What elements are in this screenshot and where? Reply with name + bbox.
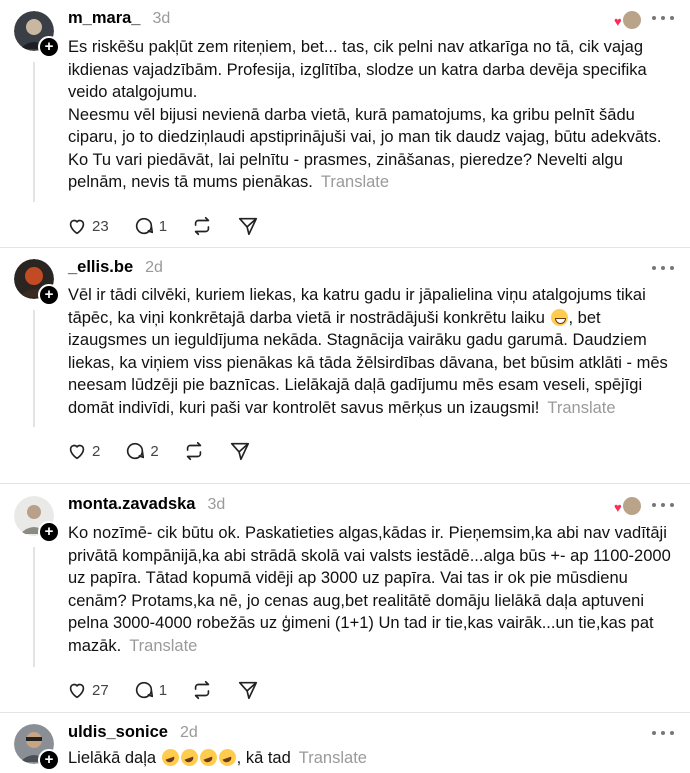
post-actions: 23 1 (66, 215, 283, 237)
repost-button[interactable] (191, 679, 213, 701)
share-button[interactable] (229, 440, 251, 462)
post-paragraph-last: Neesmu vēl bijusi nevienā darba vietā, k… (68, 104, 680, 194)
like-button[interactable]: 2 (66, 440, 100, 462)
username[interactable]: uldis_sonice (68, 723, 168, 742)
repost-button[interactable] (191, 215, 213, 237)
post-text: Vēl ir tādi cilvēki, kuriem liekas, ka k… (68, 284, 680, 419)
rofl-emoji-icon (180, 749, 198, 766)
post-time: 2d (145, 259, 163, 276)
post-actions: 2 2 (66, 440, 275, 462)
heart-outline-icon (69, 683, 85, 699)
more-options-icon[interactable] (652, 728, 674, 738)
post-paragraph: Es riskēšu pakļūt zem riteņiem, bet... t… (68, 38, 647, 101)
like-button[interactable]: 27 (66, 679, 109, 701)
translate-link[interactable]: Translate (547, 399, 615, 417)
divider (0, 247, 690, 248)
avatar[interactable]: + (14, 11, 60, 58)
share-button[interactable] (237, 679, 259, 701)
post-time: 3d (207, 496, 226, 513)
like-count: 27 (92, 681, 109, 699)
heart-icon: ♥ (614, 500, 622, 515)
avatar[interactable]: + (14, 259, 60, 306)
like-button[interactable]: 23 (66, 215, 109, 237)
send-icon (230, 442, 249, 461)
reply-count: 1 (158, 681, 168, 699)
like-count: 2 (92, 442, 101, 460)
post-time: 3d (152, 10, 171, 27)
username[interactable]: _ellis.be (68, 258, 133, 277)
post-actions: 27 1 (66, 679, 283, 701)
thread-line (33, 547, 35, 667)
username[interactable]: monta.zavadska (68, 495, 195, 514)
post-text-part: Lielākā daļa (68, 749, 157, 767)
reply-count: 1 (158, 217, 168, 235)
liker-avatar (622, 496, 642, 516)
heart-outline-icon (69, 219, 85, 235)
grinning-emoji-icon (550, 308, 568, 326)
reply-count: 2 (150, 442, 159, 460)
like-count: 23 (92, 217, 109, 235)
avatar[interactable]: + (14, 496, 60, 543)
reply-button[interactable]: 2 (124, 440, 159, 462)
comment-icon (135, 681, 153, 699)
reply-button[interactable]: 1 (133, 679, 167, 701)
post-header: m_mara_ 3d (68, 9, 170, 28)
send-icon (238, 681, 258, 700)
username[interactable]: m_mara_ (68, 9, 140, 28)
repost-icon (194, 216, 210, 236)
translate-link[interactable]: Translate (321, 173, 389, 191)
send-icon (238, 217, 258, 236)
divider (0, 483, 690, 484)
thread-line (33, 310, 35, 427)
thread-line (33, 62, 35, 202)
translate-link[interactable]: Translate (299, 749, 367, 767)
post-text: Es riskēšu pakļūt zem riteņiem, bet... t… (68, 36, 680, 194)
translate-link[interactable]: Translate (129, 637, 197, 655)
rofl-emoji-icon (199, 749, 217, 766)
follow-plus-icon[interactable]: + (38, 284, 60, 306)
repost-icon (194, 680, 210, 700)
follow-plus-icon[interactable]: + (38, 749, 60, 771)
heart-icon: ♥ (614, 14, 622, 29)
comment-icon (135, 217, 153, 235)
heart-outline-icon (69, 444, 85, 460)
divider (0, 712, 690, 713)
post-text-part: , kā tad (236, 749, 291, 767)
comment-icon (127, 442, 145, 460)
avatar[interactable]: + (14, 724, 60, 771)
post-time: 2d (179, 724, 198, 741)
more-options-icon[interactable] (652, 500, 674, 510)
share-button[interactable] (237, 215, 259, 237)
more-options-icon[interactable] (652, 263, 674, 273)
post-header: uldis_sonice 2d (68, 723, 198, 742)
post-text-part: Ko nozīmē- cik būtu ok. Paskatieties alg… (68, 524, 671, 655)
liked-by-author-badge: ♥ (614, 10, 644, 30)
post-header: _ellis.be 2d (68, 258, 163, 277)
follow-plus-icon[interactable]: + (38, 521, 60, 543)
more-options-icon[interactable] (652, 13, 674, 23)
liker-avatar (622, 10, 642, 30)
rofl-emoji-icon (161, 749, 179, 766)
liked-by-author-badge: ♥ (614, 496, 644, 516)
post-text: Ko nozīmē- cik būtu ok. Paskatieties alg… (68, 522, 680, 657)
rofl-emoji-icon (218, 749, 236, 766)
post-header: monta.zavadska 3d (68, 495, 225, 514)
reply-button[interactable]: 1 (133, 215, 167, 237)
repost-icon (186, 441, 201, 461)
follow-plus-icon[interactable]: + (38, 36, 60, 58)
post-text: Lielākā daļa , kā tad Translate (68, 747, 680, 770)
repost-button[interactable] (183, 440, 205, 462)
